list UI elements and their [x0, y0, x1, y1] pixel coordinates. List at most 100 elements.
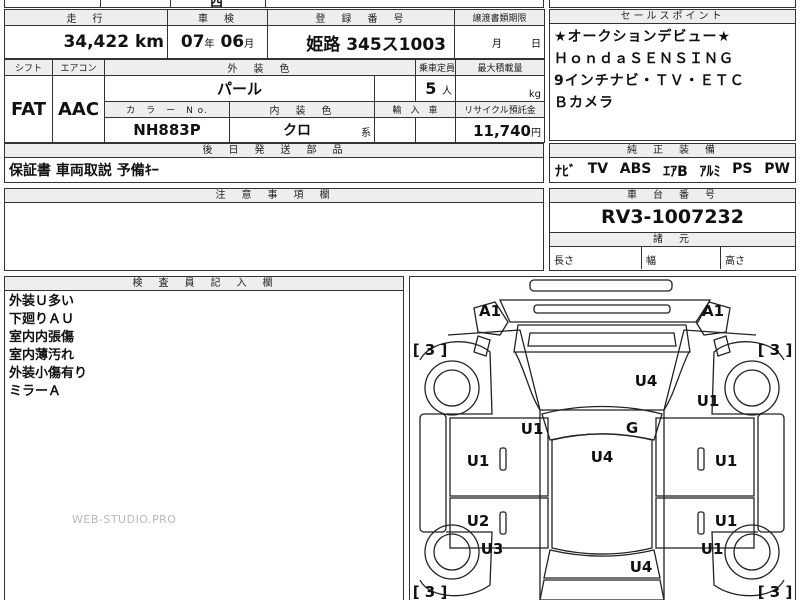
inspector-label: 検 査 員 記 入 欄: [5, 277, 403, 291]
length-label: 長さ: [550, 247, 642, 269]
equipment-item: ｴｱB: [663, 164, 688, 180]
mark-a1-right: A1: [702, 302, 724, 320]
max-load-cell: kg: [455, 75, 545, 102]
recycle-value: 11,740: [473, 121, 531, 140]
auction-sheet: { "top_strip": {"left_partial": "", "mid…: [0, 0, 800, 600]
aircon-value: AAC: [52, 75, 105, 143]
capacity-unit: 人: [442, 86, 452, 97]
left-rocker: [419, 413, 447, 533]
mark-left-rear-fender: U3: [481, 540, 504, 558]
shift-value: FAT: [4, 75, 53, 143]
windshield-shape: [541, 405, 663, 441]
interior-color-value: クロ: [283, 123, 311, 139]
right-mirror: [713, 335, 731, 357]
color-no-value: NH883P: [104, 117, 230, 143]
import-cell-1: [374, 117, 416, 143]
mark-roof: U4: [591, 448, 614, 466]
equipment-label: 純 正 装 備: [550, 144, 795, 158]
watermark: WEB-STUDIO.PRO: [72, 513, 177, 526]
mark-front-right-fender: U1: [697, 392, 720, 410]
left-rear-tire: [424, 524, 480, 580]
transfer-label: 譲渡書類期限: [454, 9, 545, 26]
mark-windshield: U1: [521, 420, 544, 438]
later-parts-box: 後 日 発 送 部 品 保証書 車両取説 予備ｷｰ: [4, 143, 544, 183]
front-bumper-shape: [529, 279, 673, 292]
exterior-color-label: 外 装 色: [104, 59, 416, 76]
import-label: 輸 入 車: [374, 101, 456, 118]
equipment-item: ABS: [619, 161, 652, 177]
equipment-box: 純 正 装 備 ﾅﾋﾞ TV ABS ｴｱB ｱﾙﾐ PS PW: [549, 143, 796, 183]
capacity-value: 5: [425, 79, 437, 98]
mark-tire-bl: [ 3 ]: [413, 583, 448, 600]
mark-tire-tr: [ 3 ]: [758, 341, 793, 359]
sales-point-line: 9インチナビ・ＴＶ・ＥＴＣ: [554, 73, 745, 89]
row2-table: シフト エアコン 外 装 色 乗車定員 最大積載量 FAT AAC パール 5 …: [4, 59, 545, 143]
sales-points-label: セールスポイント: [550, 10, 795, 24]
color-no-label: カ ラ ー N o.: [104, 101, 230, 118]
mark-glass: G: [626, 419, 638, 437]
transfer-cell: 月 日: [454, 25, 545, 59]
car-diagram-box: A1 A1 [ 3 ] [ 3 ] [ 3 ] [ 3 ] U4 U1 U1 G…: [409, 276, 796, 600]
registration-label: 登 録 番 号: [267, 9, 455, 26]
equipment-item: ｱﾙﾐ: [699, 164, 721, 180]
hood-outline: [513, 324, 691, 353]
mark-left-front-door: U1: [467, 452, 490, 470]
exterior-color-extra: [374, 75, 416, 102]
hood-body: [514, 351, 690, 411]
right-rocker: [757, 413, 785, 533]
right-front-tire: [724, 360, 780, 416]
inspector-note: 室内内張傷: [9, 330, 75, 345]
later-parts-label: 後 日 発 送 部 品: [5, 144, 543, 158]
right-front-door-shape: [655, 417, 755, 497]
row1-table: 走 行 車 検 登 録 番 号 譲渡書類期限 34,422 km 07年 06月…: [4, 9, 545, 59]
interior-color-cell: クロ 系: [229, 117, 375, 143]
max-load-label: 最大積載量: [455, 59, 545, 76]
mileage-value: 34,422: [63, 32, 130, 52]
top-strip-right: [549, 0, 796, 8]
sales-points-box: セールスポイント ★オークションデビュー★ ＨｏｎｄａＳＥＮＳＩＮＧ 9インチナ…: [549, 9, 796, 141]
inspector-notes: 外装Ｕ多い 下廻りＡＵ 室内内張傷 室内薄汚れ 外装小傷有り ミラーＡ: [5, 291, 403, 403]
equipment-item: PW: [764, 161, 790, 177]
car-diagram: A1 A1 [ 3 ] [ 3 ] [ 3 ] [ 3 ] U4 U1 U1 G…: [413, 279, 793, 600]
aircon-label: エアコン: [52, 59, 105, 76]
exterior-color-value: パール: [104, 75, 375, 102]
sales-point-line: ＨｏｎｄａＳＥＮＳＩＮＧ: [554, 51, 734, 67]
shift-label: シフト: [4, 59, 53, 76]
inspector-note: 外装小傷有り: [9, 366, 88, 381]
notes-box: 注 意 事 項 欄: [4, 188, 544, 271]
later-parts-value: 保証書 車両取説 予備ｷｰ: [9, 163, 159, 179]
chassis-box: 車 台 番 号 RV3-1007232 諸 元 長さ 幅 高さ: [549, 188, 796, 271]
chassis-label: 車 台 番 号: [550, 189, 795, 203]
import-cell-2: [415, 117, 456, 143]
year-unit: 年: [204, 39, 215, 50]
inspector-note: ミラーＡ: [9, 384, 62, 399]
transfer-day-unit: 日: [531, 38, 541, 50]
sales-point-line: ★オークションデビュー★: [554, 29, 732, 45]
capacity-label: 乗車定員: [415, 59, 456, 76]
inspector-note: 室内薄汚れ: [9, 348, 75, 363]
equipment-list: ﾅﾋﾞ TV ABS ｴｱB ｱﾙﾐ PS PW: [550, 158, 795, 184]
mark-tire-tl: [ 3 ]: [413, 341, 448, 359]
mark-left-rear-door: U2: [467, 512, 490, 530]
inspection-year: 07: [180, 32, 205, 52]
inspector-note: 下廻りＡＵ: [9, 312, 75, 327]
inspector-box: 検 査 員 記 入 欄 外装Ｕ多い 下廻りＡＵ 室内内張傷 室内薄汚れ 外装小傷…: [4, 276, 404, 600]
inspector-note: 外装Ｕ多い: [9, 294, 75, 309]
top-strip: 西: [4, 0, 544, 10]
dimensions-row: 長さ 幅 高さ: [550, 247, 795, 269]
inspection-month: 06: [220, 32, 245, 52]
sales-point-line: Ｂカメラ: [554, 95, 614, 111]
mark-right-rear-door: U1: [715, 512, 738, 530]
registration-value: 姫路 345ス1003: [267, 25, 455, 59]
rear-hatch-shape: [539, 579, 665, 600]
interior-color-suffix: 系: [361, 128, 371, 139]
left-mirror: [473, 335, 491, 357]
height-label: 高さ: [725, 256, 745, 267]
mark-hood: U4: [635, 372, 658, 390]
mileage-label: 走 行: [4, 9, 168, 26]
mark-tire-br: [ 3 ]: [758, 583, 793, 600]
capacity-cell: 5 人: [415, 75, 456, 102]
notes-label: 注 意 事 項 欄: [5, 189, 543, 203]
mark-rear-hatch: U4: [630, 558, 653, 576]
front-bumper-lower: [498, 299, 712, 323]
